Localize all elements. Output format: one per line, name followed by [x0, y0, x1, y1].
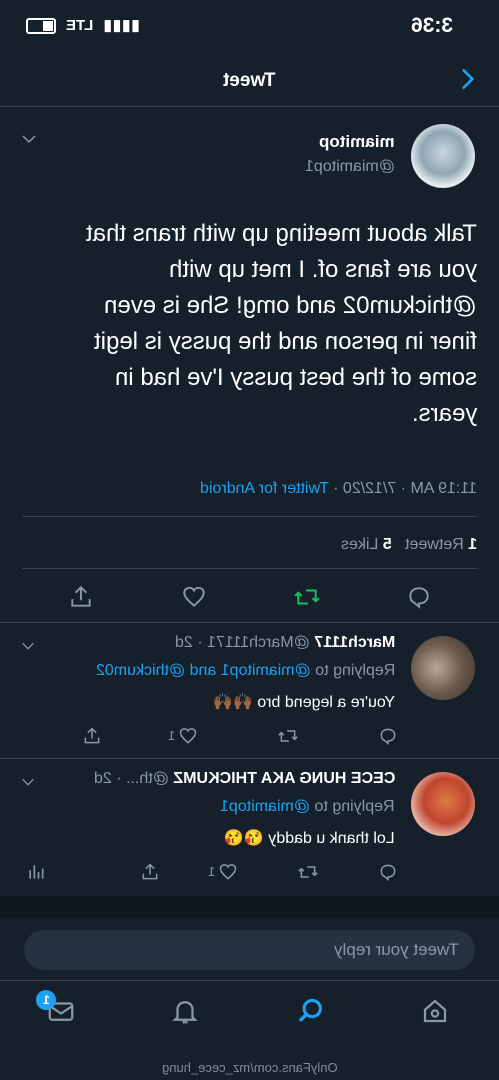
messages-badge: 1	[36, 990, 56, 1010]
reply-icon[interactable]	[378, 862, 398, 882]
retweet-icon[interactable]	[278, 726, 298, 746]
tweet-meta: 11:19 AM · 7/12/20 · Twitter for Android	[200, 480, 477, 498]
author-handle[interactable]: @miamitop1	[305, 158, 395, 176]
page-title: Tweet	[223, 70, 276, 91]
share-icon[interactable]	[140, 862, 160, 882]
avatar[interactable]	[411, 636, 475, 700]
status-icons: LTE ▮▮▮▮	[26, 16, 141, 35]
tweet-line: @thickum02 and omg! She is even	[104, 292, 477, 319]
share-icon[interactable]	[82, 726, 102, 746]
retweet-icon[interactable]	[298, 862, 318, 882]
share-icon[interactable]	[68, 584, 94, 610]
avatar[interactable]	[411, 772, 475, 836]
tweet-source-link[interactable]: Twitter for Android	[200, 480, 329, 497]
header-divider	[0, 106, 499, 107]
retweet-count[interactable]: 1	[468, 536, 477, 553]
meta-divider	[22, 516, 477, 517]
tweet-stats: 1 Retweet 5 Likes	[341, 536, 477, 554]
reply-header: March1117 @March11171 · 2d	[175, 634, 395, 652]
action-divider	[0, 622, 499, 623]
reply-like-count: 1	[208, 864, 216, 879]
home-icon[interactable]	[420, 996, 450, 1026]
tweet-line: you are fans of. I met up with	[168, 256, 477, 283]
replying-to-link[interactable]: @miamitop1	[220, 798, 310, 815]
retweet-icon[interactable]	[294, 584, 320, 610]
carrier-label: LTE	[66, 17, 94, 34]
status-time: 3:36	[410, 14, 453, 37]
avatar[interactable]	[411, 124, 475, 188]
tweet-text: Talk about meeting up with trans that yo…	[17, 216, 477, 432]
like-label[interactable]: Likes	[341, 536, 378, 553]
stats-divider	[22, 568, 477, 569]
like-icon[interactable]	[181, 584, 207, 610]
reply-handle-time: @th... · 2d	[93, 770, 169, 787]
reply-input[interactable]: Tweet your reply	[24, 930, 475, 970]
reply-like-count: 1	[168, 728, 176, 743]
header: Tweet	[0, 56, 499, 106]
reply-divider	[0, 758, 499, 759]
back-icon[interactable]	[455, 66, 481, 92]
reply-author-name[interactable]: March1117	[314, 634, 395, 651]
reply-handle-time: @March11171 · 2d	[174, 634, 310, 651]
reply-text: You're a legend bro 🙌🏾🙌🏾	[213, 694, 395, 711]
like-count[interactable]: 5	[383, 536, 392, 553]
tab-divider	[0, 980, 499, 981]
analytics-icon[interactable]	[26, 862, 46, 882]
feed-gap	[0, 896, 499, 918]
reply-icon[interactable]	[378, 726, 398, 746]
reply-author-name[interactable]: CECE HUNG AKA THICKUMZ	[173, 770, 395, 787]
author-name[interactable]: miamitop	[319, 132, 395, 152]
reply-icon[interactable]	[406, 584, 432, 610]
reply-placeholder: Tweet your reply	[334, 940, 459, 959]
retweet-label[interactable]: Retweet	[405, 536, 464, 553]
replying-to-link[interactable]: @miamitop1 and @thickum02	[96, 662, 311, 679]
tweet-line: finer in person and the pussy is legit	[94, 328, 477, 355]
tweet-line: years.	[411, 400, 477, 427]
like-icon[interactable]	[218, 862, 238, 882]
signal-icon: ▮▮▮▮	[103, 17, 141, 34]
chevron-down-icon[interactable]	[20, 638, 36, 654]
tab-bar	[0, 982, 499, 1042]
replying-prefix: Replying to	[310, 662, 395, 679]
status-bar: 3:36 LTE ▮▮▮▮	[0, 0, 499, 56]
tweet-line: Talk about meeting up with trans that	[86, 220, 477, 247]
reply-text: Lol thank u daddy 😘😘	[224, 830, 395, 847]
reply-header: CECE HUNG AKA THICKUMZ @th... · 2d	[94, 770, 395, 788]
chevron-down-icon[interactable]	[20, 774, 36, 790]
watermark: OnlyFans.com/mz_cece_hung	[161, 1060, 338, 1075]
replying-to: Replying to @miamitop1	[220, 798, 395, 816]
notifications-icon[interactable]	[170, 996, 200, 1026]
like-icon[interactable]	[178, 726, 198, 746]
chevron-down-icon[interactable]	[20, 130, 38, 148]
search-icon[interactable]	[296, 996, 326, 1026]
replying-prefix: Replying to	[310, 798, 395, 815]
replying-to: Replying to @miamitop1 and @thickum02	[96, 662, 395, 680]
tweet-timestamp: 11:19 AM · 7/12/20 ·	[329, 480, 477, 497]
tweet-line: some of the best pussy I've had in	[114, 364, 477, 391]
battery-icon	[26, 18, 56, 35]
